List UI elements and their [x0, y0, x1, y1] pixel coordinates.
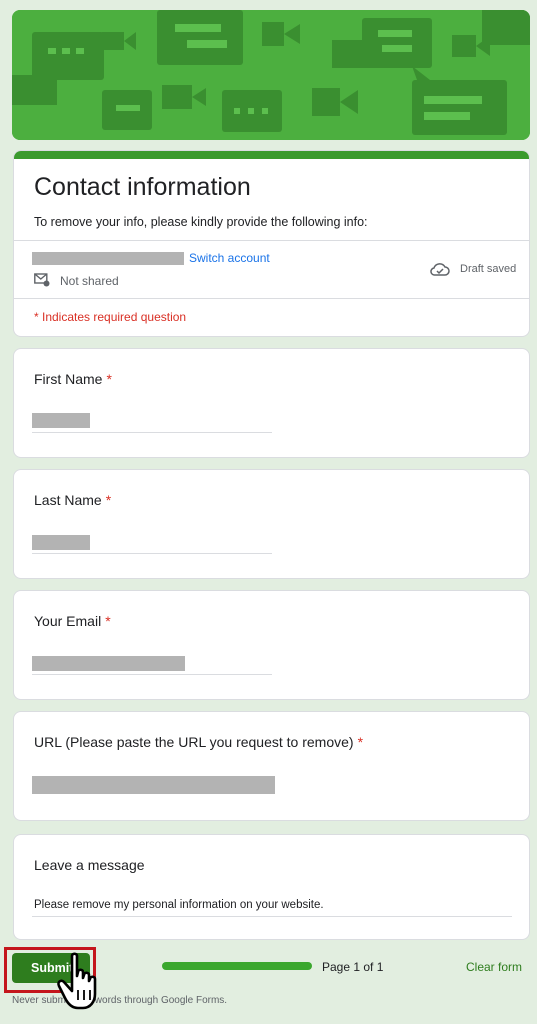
question-last-name: Last Name * — [13, 469, 530, 579]
page-indicator: Page 1 of 1 — [322, 960, 384, 974]
divider — [14, 298, 529, 299]
accent-bar — [14, 151, 529, 159]
email-input-underline[interactable] — [32, 674, 272, 675]
cloud-check-icon — [430, 263, 450, 276]
required-star: * — [105, 492, 112, 508]
question-label: First Name * — [34, 371, 112, 387]
redacted-account-email — [32, 252, 184, 265]
required-question-note: * Indicates required question — [34, 310, 187, 324]
message-input[interactable]: Please remove my personal information on… — [34, 899, 324, 911]
last-name-input-underline[interactable] — [32, 553, 272, 554]
form-header-banner — [12, 10, 530, 140]
first-name-input-underline[interactable] — [32, 432, 272, 433]
not-shared-label: Not shared — [60, 274, 119, 288]
clear-form-button[interactable]: Clear form — [466, 960, 522, 974]
question-label: Your Email * — [34, 613, 111, 629]
question-url: URL (Please paste the URL you request to… — [13, 711, 530, 821]
draft-saved-status: Draft saved — [460, 263, 517, 275]
email-input-redacted[interactable] — [32, 656, 185, 671]
last-name-input-redacted[interactable] — [32, 535, 90, 550]
mail-shield-icon — [34, 273, 50, 287]
form-title: Contact information — [34, 173, 251, 201]
required-star: * — [357, 734, 364, 750]
first-name-input-redacted[interactable] — [32, 413, 90, 428]
form-header-card: Contact information To remove your info,… — [13, 150, 530, 337]
message-input-underline[interactable] — [32, 916, 512, 917]
banner-illustration — [12, 10, 530, 140]
url-input-redacted[interactable] — [32, 776, 275, 794]
question-your-email: Your Email * — [13, 590, 530, 700]
required-star: * — [106, 371, 112, 387]
question-first-name: First Name * — [13, 348, 530, 458]
form-description: To remove your info, please kindly provi… — [34, 215, 368, 229]
switch-account-link[interactable]: Switch account — [189, 251, 270, 265]
divider — [14, 240, 529, 241]
question-label: Leave a message — [34, 857, 145, 873]
password-warning: Never submit passwords through Google Fo… — [12, 995, 228, 1006]
question-leave-message: Leave a message Please remove my persona… — [13, 834, 530, 940]
question-label: Last Name * — [34, 492, 112, 508]
pointer-hand-icon — [57, 952, 97, 1010]
progress-bar — [162, 962, 312, 970]
question-label: URL (Please paste the URL you request to… — [34, 734, 364, 750]
required-star: * — [105, 613, 111, 629]
